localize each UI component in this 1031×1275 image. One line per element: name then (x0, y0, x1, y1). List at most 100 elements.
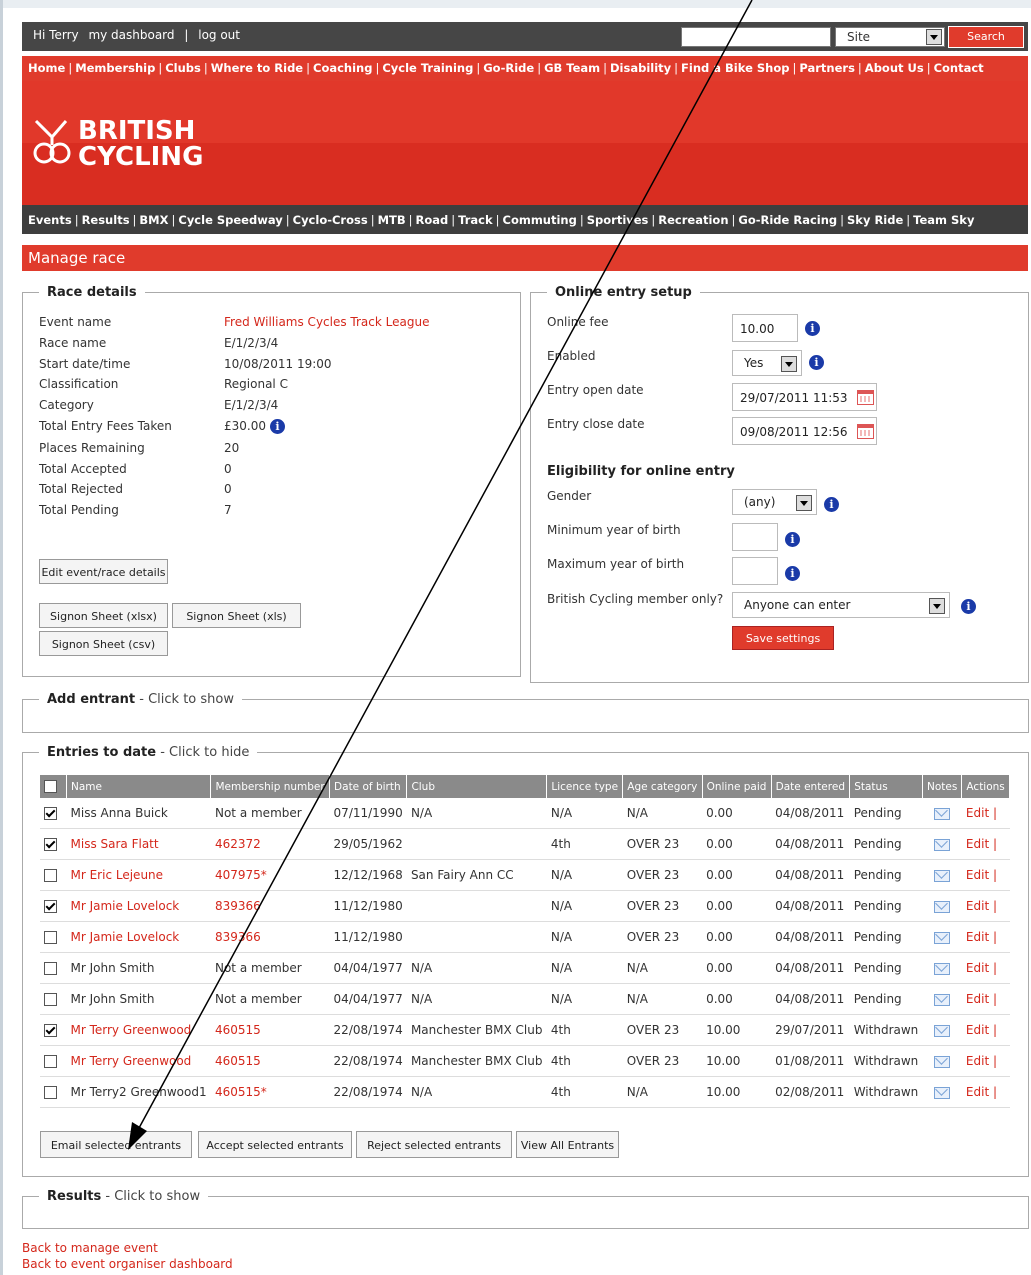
info-icon[interactable]: i (805, 321, 820, 336)
sub-nav-track[interactable]: Track (458, 213, 492, 227)
edit-link[interactable]: Edit | (961, 890, 1010, 922)
mail-icon[interactable] (934, 869, 951, 882)
signon-sheet-csv-button[interactable]: Signon Sheet (csv) (39, 631, 168, 656)
row-checkbox[interactable] (44, 838, 57, 851)
entrant-name[interactable]: Mr Jamie Lovelock (66, 890, 211, 922)
sub-nav-commuting[interactable]: Commuting (503, 213, 577, 227)
mail-icon[interactable] (934, 1055, 951, 1068)
gender-select[interactable]: (any) (732, 489, 817, 515)
info-icon[interactable]: i (270, 419, 285, 434)
main-nav-home[interactable]: Home (28, 61, 65, 75)
member-only-select[interactable]: Anyone can enter (732, 592, 950, 618)
mail-icon[interactable] (934, 807, 951, 820)
sub-nav-sky-ride[interactable]: Sky Ride (847, 213, 903, 227)
entrant-name[interactable]: Mr Terry Greenwood (66, 1014, 211, 1046)
info-icon[interactable]: i (824, 497, 839, 512)
add-entrant-panel[interactable]: Add entrant - Click to show (22, 692, 1029, 733)
search-button[interactable]: Search (948, 26, 1024, 48)
reject-selected-button[interactable]: Reject selected entrants (356, 1131, 512, 1158)
accept-selected-button[interactable]: Accept selected entrants (198, 1131, 352, 1158)
row-checkbox[interactable] (44, 900, 57, 913)
row-checkbox[interactable] (44, 869, 57, 882)
select-all-checkbox[interactable] (44, 780, 57, 793)
sub-nav-road[interactable]: Road (416, 213, 449, 227)
signon-sheet-xls-button[interactable]: Signon Sheet (xls) (172, 603, 301, 628)
results-legend[interactable]: Results - Click to show (39, 1189, 208, 1204)
info-icon[interactable]: i (961, 599, 976, 614)
main-nav-contact[interactable]: Contact (934, 61, 984, 75)
main-nav-go-ride[interactable]: Go-Ride (483, 61, 534, 75)
sub-nav-events[interactable]: Events (28, 213, 72, 227)
dashboard-link[interactable]: my dashboard (88, 28, 174, 42)
membership-number[interactable]: 839366 (210, 890, 330, 922)
dropdown-arrow-icon[interactable] (926, 29, 942, 45)
edit-link[interactable]: Edit | (961, 828, 1010, 860)
save-settings-button[interactable]: Save settings (732, 626, 834, 650)
entrant-name[interactable]: Mr Jamie Lovelock (66, 921, 211, 953)
info-icon[interactable]: i (785, 566, 800, 581)
calendar-icon[interactable] (857, 390, 874, 405)
mail-icon[interactable] (934, 962, 951, 975)
info-icon[interactable]: i (785, 532, 800, 547)
max-yob-input[interactable] (732, 557, 778, 585)
back-to-manage-event-link[interactable]: Back to manage event (22, 1241, 158, 1255)
event-name-link[interactable]: Fred Williams Cycles Track League (224, 315, 429, 329)
edit-link[interactable]: Edit | (961, 1045, 1010, 1077)
view-all-entrants-button[interactable]: View All Entrants (516, 1131, 619, 1158)
main-nav-find-a-bike-shop[interactable]: Find a Bike Shop (681, 61, 789, 75)
sub-nav-cyclo-cross[interactable]: Cyclo-Cross (293, 213, 368, 227)
back-to-dashboard-link[interactable]: Back to event organiser dashboard (22, 1257, 233, 1271)
main-nav-where-to-ride[interactable]: Where to Ride (211, 61, 303, 75)
row-checkbox[interactable] (44, 993, 57, 1006)
edit-link[interactable]: Edit | (961, 952, 1010, 984)
entries-hint[interactable]: - Click to hide (156, 745, 249, 760)
mail-icon[interactable] (934, 931, 951, 944)
results-panel[interactable]: Results - Click to show (22, 1189, 1029, 1229)
sub-nav-cycle-speedway[interactable]: Cycle Speedway (178, 213, 282, 227)
row-checkbox[interactable] (44, 1086, 57, 1099)
sub-nav-bmx[interactable]: BMX (139, 213, 168, 227)
mail-icon[interactable] (934, 993, 951, 1006)
entrant-name[interactable]: Mr Terry Greenwood (66, 1045, 211, 1077)
email-selected-button[interactable]: Email selected entrants (40, 1131, 192, 1158)
membership-number[interactable]: 407975* (210, 859, 330, 891)
sub-nav-results[interactable]: Results (82, 213, 130, 227)
min-yob-input[interactable] (732, 523, 778, 551)
entry-close-input[interactable]: 09/08/2011 12:56 (732, 417, 877, 445)
results-hint[interactable]: - Click to show (101, 1189, 200, 1204)
edit-link[interactable]: Edit | (961, 1076, 1010, 1108)
main-nav-cycle-training[interactable]: Cycle Training (382, 61, 473, 75)
membership-number[interactable]: 460515* (210, 1076, 330, 1108)
enabled-select[interactable]: Yes (732, 350, 802, 376)
entry-open-input[interactable]: 29/07/2011 11:53 (732, 383, 877, 411)
membership-number[interactable]: 462372 (210, 828, 330, 860)
membership-number[interactable]: 460515 (210, 1014, 330, 1046)
mail-icon[interactable] (934, 900, 951, 913)
calendar-icon[interactable] (857, 424, 874, 439)
row-checkbox[interactable] (44, 962, 57, 975)
main-nav-membership[interactable]: Membership (75, 61, 155, 75)
main-nav-coaching[interactable]: Coaching (313, 61, 372, 75)
membership-number[interactable]: 460515 (210, 1045, 330, 1077)
signon-sheet-xlsx-button[interactable]: Signon Sheet (xlsx) (39, 603, 168, 628)
entrant-name[interactable]: Mr Eric Lejeune (66, 859, 211, 891)
edit-event-race-button[interactable]: Edit event/race details (39, 559, 168, 584)
sub-nav-mtb[interactable]: MTB (378, 213, 406, 227)
row-checkbox[interactable] (44, 807, 57, 820)
online-fee-input[interactable]: 10.00 (732, 314, 798, 342)
add-entrant-hint[interactable]: - Click to show (135, 692, 234, 707)
main-nav-gb-team[interactable]: GB Team (544, 61, 600, 75)
british-cycling-logo[interactable]: BRITISH CYCLING (30, 103, 270, 173)
results-title[interactable]: Results (47, 1189, 101, 1204)
row-checkbox[interactable] (44, 931, 57, 944)
add-entrant-legend[interactable]: Add entrant - Click to show (39, 692, 242, 707)
edit-link[interactable]: Edit | (961, 1014, 1010, 1046)
main-nav-partners[interactable]: Partners (799, 61, 855, 75)
sub-nav-sportives[interactable]: Sportives (587, 213, 649, 227)
mail-icon[interactable] (934, 1086, 951, 1099)
edit-link[interactable]: Edit | (961, 798, 1010, 829)
dropdown-arrow-icon[interactable] (796, 495, 812, 511)
row-checkbox[interactable] (44, 1055, 57, 1068)
edit-link[interactable]: Edit | (961, 859, 1010, 891)
edit-link[interactable]: Edit | (961, 921, 1010, 953)
